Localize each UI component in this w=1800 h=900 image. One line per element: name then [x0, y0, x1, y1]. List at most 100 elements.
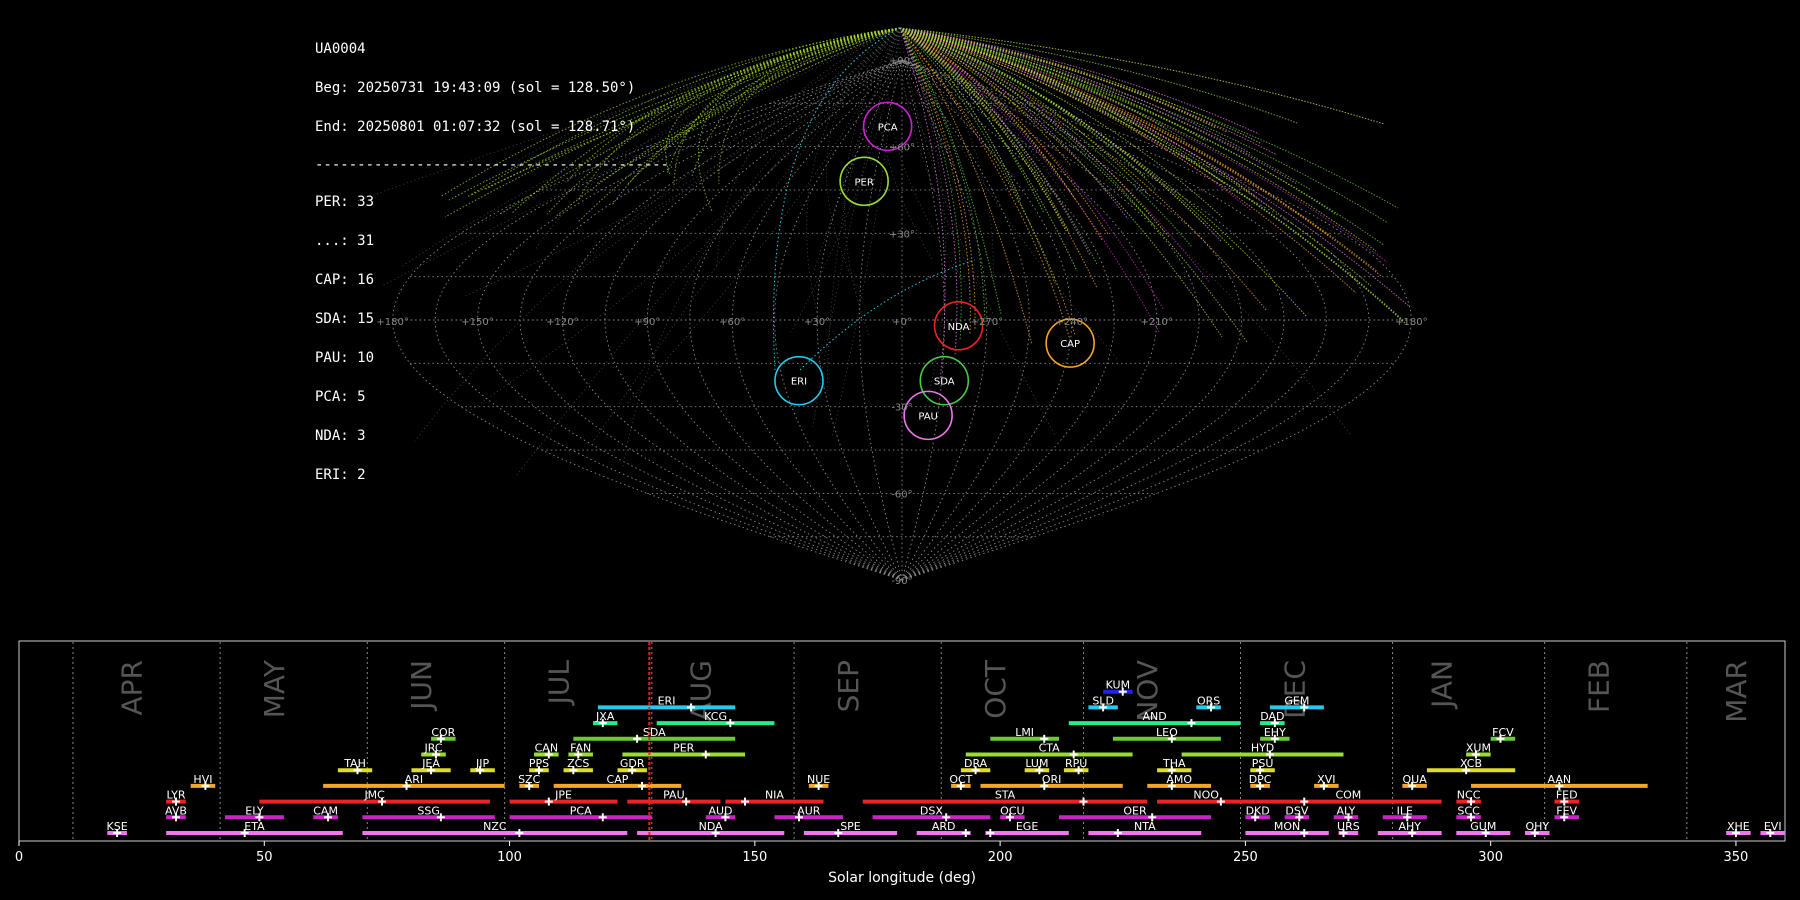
month-label: SEP [832, 660, 865, 712]
shower-cap: CAP [553, 773, 682, 790]
shower-label: GDR [620, 757, 645, 770]
shower-nzc: NZC [362, 820, 628, 837]
month-label: JAN [1425, 660, 1458, 710]
meteor-trail [899, 27, 1257, 198]
meteor-trail [899, 27, 1078, 272]
meteor-trail [691, 27, 901, 177]
meteor-trail [899, 27, 1357, 294]
shower-tah: TAH [337, 757, 373, 775]
shower-label: NZC [483, 820, 507, 833]
shower-ehy: EHY [1260, 726, 1290, 743]
shower-label: XHE [1727, 820, 1750, 833]
shower-label: PAU [663, 789, 685, 802]
shower-label: MON [1274, 820, 1300, 833]
shower-label: ALY [1336, 804, 1355, 817]
shower-mon: MON [1245, 820, 1329, 837]
shower-gum: GUM [1456, 820, 1511, 837]
meteor-trail [899, 27, 946, 425]
shower-label: NCC [1457, 789, 1481, 802]
shower-label: ETA [244, 820, 265, 833]
shower-label: NOO [1193, 789, 1219, 802]
meteor-trail [899, 27, 1091, 256]
shower-label: ELY [245, 804, 264, 817]
shower-ari: ARI [323, 773, 505, 790]
shower-dkd: DKD [1245, 804, 1270, 822]
shower-dsx: DSX [872, 804, 991, 822]
count-row: ERI: 2 [315, 467, 366, 483]
shower-kse: KSE [107, 820, 128, 837]
shower-label: DPC [1249, 773, 1272, 786]
shower-label: ILE [1397, 804, 1413, 817]
shower-kcg: KCG [656, 710, 775, 728]
month-label: OCT [979, 659, 1012, 719]
shower-ssg: SSG [362, 804, 495, 822]
month-boundaries [72, 642, 1688, 840]
meteor-trail [718, 27, 901, 185]
shower-label: OHY [1525, 820, 1549, 833]
shower-label: RPU [1065, 757, 1087, 770]
shower-lmi: LMI [990, 726, 1059, 743]
shower-avb: AVB [165, 804, 187, 822]
lon-label: +0° [892, 317, 912, 328]
shower-label: CAN [535, 742, 558, 755]
shower-ahy: AHY [1377, 820, 1442, 837]
shower-label: CAM [313, 804, 338, 817]
shower-fed: FED [1554, 789, 1579, 806]
shower-label: AUD [708, 804, 732, 817]
radiant-eri: ERI [774, 355, 824, 406]
month-label: NOV [1131, 660, 1164, 722]
shower-label: TAH [343, 757, 366, 770]
shower-label: SZC [518, 773, 541, 786]
shower-xcb: XCB [1426, 757, 1516, 775]
shower-nia: NIA [725, 789, 824, 806]
shower-ncc: NCC [1456, 789, 1481, 806]
shower-per: PER [622, 742, 746, 759]
shower-fev: FEV [1554, 804, 1579, 822]
shower-scc: SCC [1456, 804, 1481, 822]
shower-pps: PPS [529, 757, 549, 775]
shower-aan: AAN [1471, 773, 1648, 790]
shower-label: EGE [1016, 820, 1038, 833]
lon-label: +60° [719, 317, 745, 328]
month-label: MAY [258, 659, 291, 718]
begin-time: Beg: 20250731 19:43:09 (sol = 128.50°) [315, 80, 636, 96]
shower-label: ORS [1197, 694, 1220, 707]
radiant-label: PER [854, 177, 873, 188]
count-row: SDA: 15 [315, 311, 375, 327]
lon-label: +240° [1056, 317, 1088, 328]
shower-ard: ARD [916, 820, 971, 837]
x-axis-label: Solar longitude (deg) [828, 870, 976, 886]
meteor-trail [899, 27, 1201, 196]
meteor-trail [666, 27, 901, 175]
month-label: AUG [685, 660, 718, 721]
shower-label: LYR [166, 789, 185, 802]
meteor-trail [790, 27, 901, 333]
shower-label: AVB [165, 804, 187, 817]
meteor-trail [899, 27, 1054, 176]
shower-label: SLD [1092, 694, 1114, 707]
shower-label: SSG [417, 804, 440, 817]
lon-label: +180° [1395, 317, 1427, 328]
x-axis: 0 50 100 150 200 250 300 350 [15, 841, 1748, 865]
shower-psu: PSU [1250, 757, 1275, 775]
shower-label: GEM [1284, 694, 1309, 707]
shower-label: JIP [475, 757, 489, 770]
shower-label: NIA [765, 789, 784, 802]
meteor-trail [899, 27, 1149, 140]
shower-dpc: DPC [1249, 773, 1272, 790]
shower-label: CAP [607, 773, 629, 786]
shower-spe: SPE [803, 820, 898, 837]
shower-nta: NTA [1088, 820, 1202, 837]
shower-cta: CTA [965, 742, 1133, 759]
shower-label: ARD [932, 820, 956, 833]
shower-nda: NDA [637, 820, 785, 837]
shower-label: AND [1143, 710, 1167, 723]
radiant-label: PCA [878, 122, 898, 133]
shower-label: SPE [840, 820, 861, 833]
shower-cor: COR [431, 726, 456, 743]
shower-gem: GEM [1269, 694, 1324, 712]
shower-label: HVI [193, 773, 212, 786]
radiant-label: NDA [948, 322, 970, 333]
count-row: CAP: 16 [315, 272, 375, 288]
shower-jea: JEA [411, 757, 451, 775]
